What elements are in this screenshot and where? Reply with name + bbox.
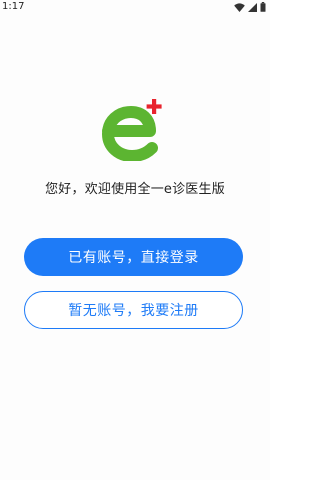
welcome-text: 您好，欢迎使用全一e诊医生版	[45, 182, 225, 197]
register-button[interactable]: 暂无账号，我要注册	[24, 291, 243, 329]
login-button-label: 已有账号，直接登录	[68, 250, 199, 266]
wifi-icon	[234, 2, 245, 12]
status-bar: 1:17	[0, 0, 270, 14]
app-logo-icon	[100, 97, 166, 161]
screen: 1:17 您好，欢迎使用全一e诊医生版 已有账号，直接登录 暂无账号，我要注册	[0, 0, 270, 480]
status-icons	[234, 2, 266, 12]
battery-icon	[260, 2, 266, 12]
login-button[interactable]: 已有账号，直接登录	[24, 238, 243, 276]
register-button-label: 暂无账号，我要注册	[68, 303, 199, 319]
status-time: 1:17	[2, 1, 25, 12]
cellular-signal-icon	[248, 2, 257, 12]
